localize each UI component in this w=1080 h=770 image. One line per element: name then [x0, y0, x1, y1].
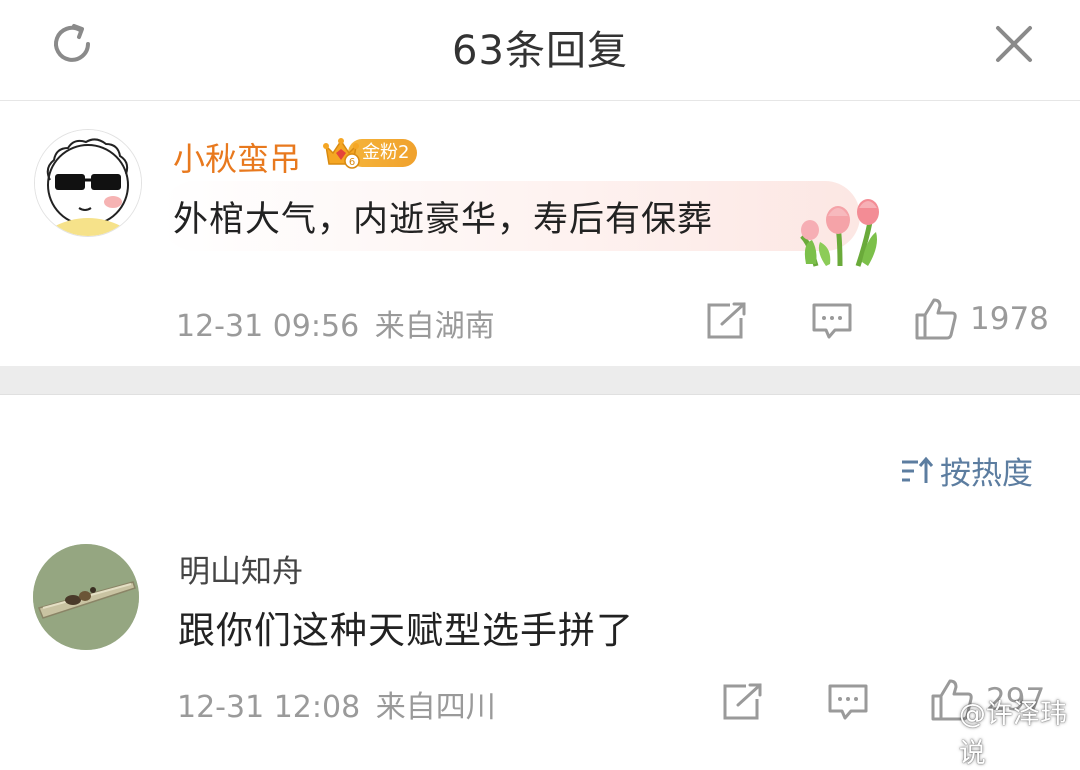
avatar-boat-image	[33, 544, 139, 650]
like-button[interactable]: 1978	[914, 297, 1049, 341]
reply-share-button[interactable]	[722, 683, 764, 721]
avatar[interactable]	[34, 129, 142, 237]
reply-username[interactable]: 明山知舟	[179, 546, 303, 591]
page-title: 63条回复	[452, 28, 628, 74]
watermark-text: @许泽玮说	[958, 699, 1067, 769]
reply-avatar[interactable]	[33, 544, 139, 650]
weibo-logo-icon	[928, 722, 954, 742]
header-bar: 63条回复	[0, 0, 1080, 101]
close-button[interactable]	[988, 18, 1040, 70]
crown-icon: 6	[323, 138, 360, 169]
comment-icon	[828, 684, 868, 720]
reply-comment-button[interactable]	[827, 683, 869, 721]
sort-by-hot-button[interactable]: 按热度	[900, 448, 1033, 493]
location: 来自湖南	[374, 309, 495, 344]
share-button[interactable]	[706, 302, 748, 340]
main-comment: 小秋蛮吊 金粉2 6 外棺大气，内逝豪华，寿后有保葬 12-31 09:56 来…	[0, 101, 1080, 366]
timestamp: 12-31 09:56	[176, 309, 360, 344]
sort-icon	[902, 456, 934, 483]
section-divider	[0, 366, 1080, 395]
reply-text: 跟你们这种天赋型选手拼了	[178, 609, 634, 652]
comment-text: 外棺大气，内逝豪华，寿后有保葬	[173, 200, 714, 240]
sort-label: 按热度	[940, 456, 1033, 492]
reply-button[interactable]	[811, 302, 853, 340]
fan-badge[interactable]: 金粉2 6	[322, 134, 422, 172]
comment-icon	[812, 303, 852, 339]
share-icon	[723, 683, 762, 720]
share-icon	[707, 302, 746, 339]
username[interactable]: 小秋蛮吊	[173, 134, 301, 180]
tulip-sticker-icon	[800, 199, 879, 267]
thumbs-up-icon	[915, 298, 957, 340]
reply-location: 来自四川	[375, 690, 496, 725]
like-count: 1978	[970, 301, 1049, 337]
close-icon	[996, 26, 1032, 62]
badge-level: 6	[349, 157, 355, 168]
comment-meta: 12-31 09:56 来自湖南	[176, 301, 495, 345]
weibo-watermark: @许泽玮说	[928, 692, 1080, 770]
avatar-sheep-sunglasses-image	[35, 130, 141, 236]
reply-timestamp: 12-31 12:08	[177, 690, 361, 725]
reply-meta: 12-31 12:08 来自四川	[177, 682, 496, 726]
